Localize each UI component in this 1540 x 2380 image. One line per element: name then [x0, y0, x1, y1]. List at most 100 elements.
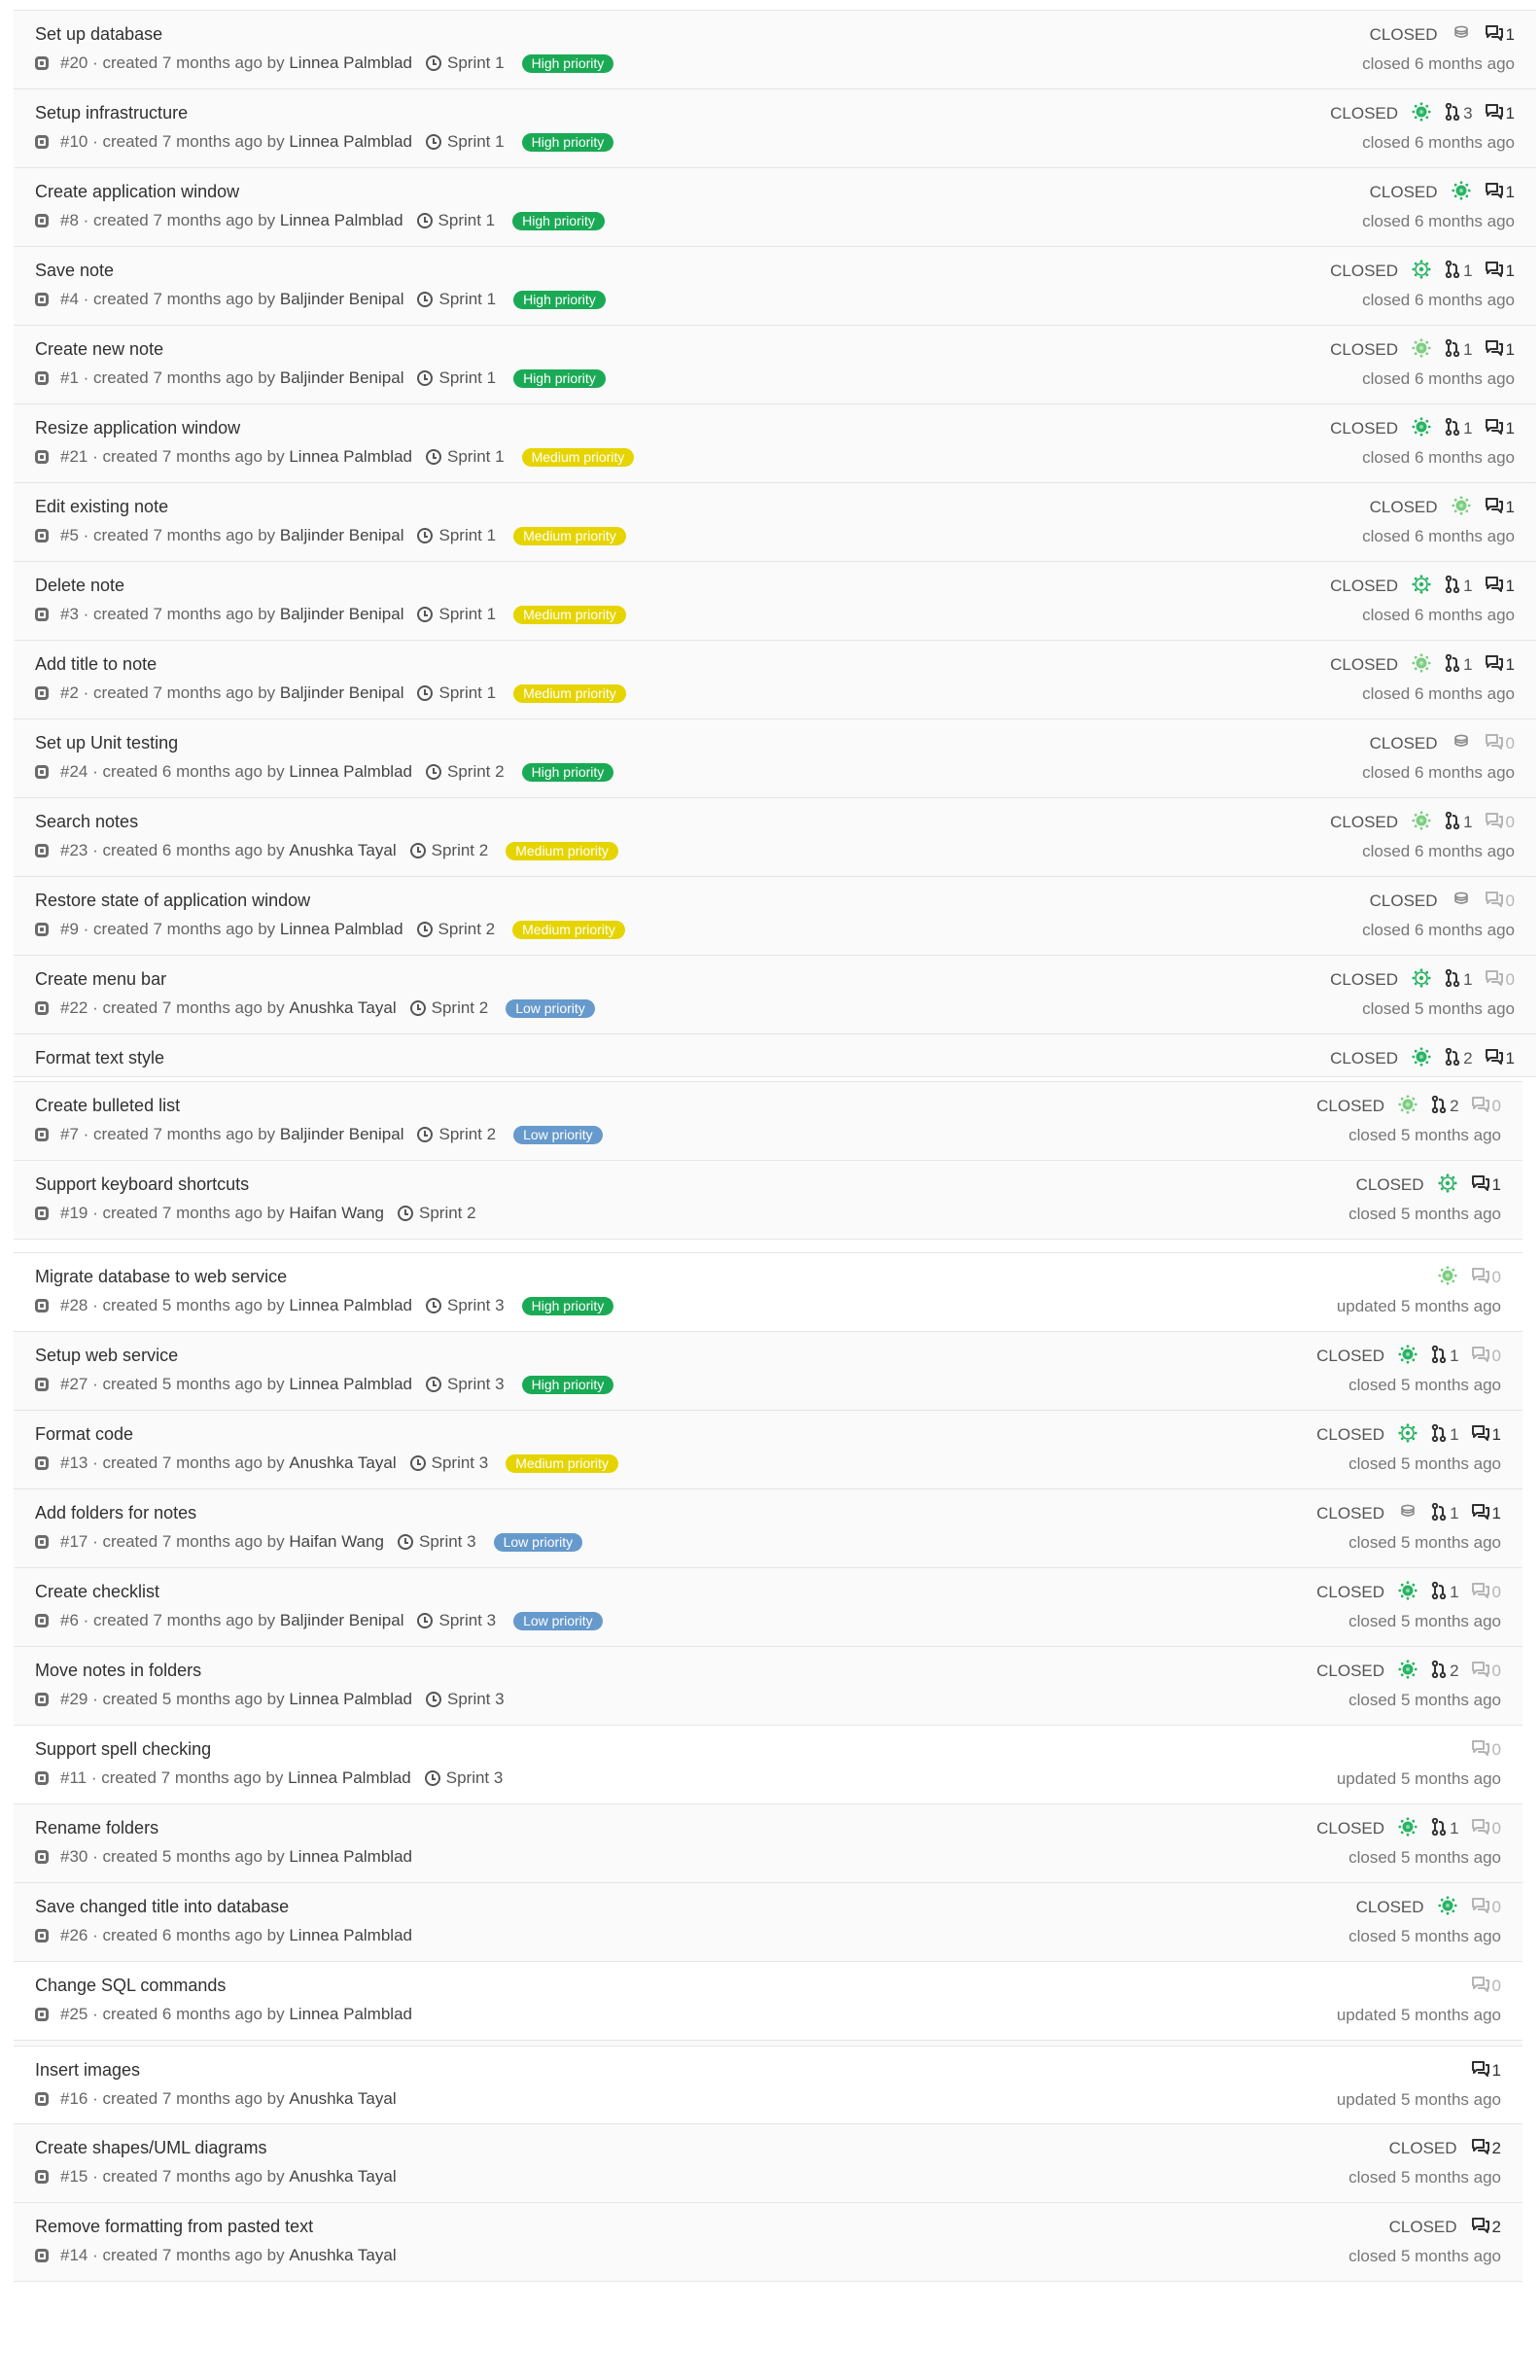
priority-label[interactable]: High priority: [521, 53, 614, 73]
merge-requests-count[interactable]: 1: [1445, 575, 1473, 598]
assignee-avatar-icon[interactable]: [1437, 1172, 1471, 1198]
merge-requests-count[interactable]: 1: [1445, 968, 1473, 992]
priority-label[interactable]: High priority: [521, 1375, 614, 1394]
assignee-avatar-icon[interactable]: [1412, 101, 1445, 126]
issue-row[interactable]: Insert images #16 · created 7 months ago …: [14, 2046, 1522, 2125]
issue-row[interactable]: Search notes #23 · created 6 months ago b…: [14, 798, 1536, 877]
issue-row[interactable]: Rename folders #30 · created 5 months ago…: [14, 1804, 1522, 1883]
issue-title-link[interactable]: Change SQL commands: [35, 1976, 412, 1996]
assignee-avatar-icon[interactable]: [1437, 1265, 1471, 1290]
comments-count[interactable]: 2: [1471, 2138, 1501, 2160]
merge-requests-count[interactable]: 1: [1445, 653, 1473, 677]
merge-requests-count[interactable]: 1: [1431, 1817, 1459, 1840]
milestone-link[interactable]: Sprint 3: [417, 1611, 496, 1630]
issue-row[interactable]: Format code #13 · created 7 months ago by…: [14, 1411, 1522, 1489]
author-link[interactable]: Anushka Tayal: [289, 998, 396, 1018]
priority-label[interactable]: Medium priority: [521, 447, 635, 467]
author-link[interactable]: Linnea Palmblad: [280, 211, 403, 230]
assignee-avatar-icon[interactable]: [1412, 416, 1445, 441]
issue-row[interactable]: Delete note #3 · created 7 months ago by …: [14, 562, 1536, 641]
author-link[interactable]: Anushka Tayal: [289, 2089, 396, 2109]
author-link[interactable]: Linnea Palmblad: [289, 132, 412, 152]
milestone-link[interactable]: Sprint 1: [417, 368, 496, 388]
author-link[interactable]: Linnea Palmblad: [289, 2005, 412, 2024]
author-link[interactable]: Haifan Wang: [289, 1204, 384, 1223]
milestone-link[interactable]: Sprint 3: [426, 1375, 505, 1394]
author-link[interactable]: Haifan Wang: [289, 1532, 384, 1552]
milestone-link[interactable]: Sprint 3: [409, 1453, 488, 1473]
milestone-link[interactable]: Sprint 1: [426, 447, 505, 467]
milestone-link[interactable]: Sprint 1: [426, 53, 505, 73]
merge-requests-count[interactable]: 1: [1431, 1502, 1459, 1525]
issue-row[interactable]: Create application window #8 · created 7 …: [14, 168, 1536, 247]
milestone-link[interactable]: Sprint 1: [416, 211, 495, 230]
comments-count[interactable]: 0: [1471, 1267, 1501, 1289]
issue-title-link[interactable]: Set up Unit testing: [35, 733, 613, 753]
issue-title-link[interactable]: Create application window: [35, 182, 605, 202]
author-link[interactable]: Baljinder Benipal: [280, 1611, 404, 1630]
assignee-avatar-icon[interactable]: [1398, 1816, 1431, 1841]
issue-title-link[interactable]: Support spell checking: [35, 1739, 503, 1760]
issue-row[interactable]: Migrate database to web service #28 · cre…: [14, 1252, 1522, 1332]
issue-title-link[interactable]: Remove formatting from pasted text: [35, 2217, 397, 2237]
assignee-avatar-icon[interactable]: [1412, 337, 1445, 363]
comments-count[interactable]: 1: [1485, 1048, 1515, 1070]
author-link[interactable]: Linnea Palmblad: [289, 53, 412, 73]
issue-title-link[interactable]: Edit existing note: [35, 497, 626, 517]
comments-count[interactable]: 1: [1485, 24, 1515, 47]
issue-row[interactable]: Add title to note #2 · created 7 months a…: [14, 641, 1536, 719]
issue-title-link[interactable]: Restore state of application window: [35, 891, 625, 911]
author-link[interactable]: Anushka Tayal: [289, 2167, 396, 2187]
comments-count[interactable]: 0: [1471, 1818, 1501, 1840]
issue-title-link[interactable]: Create new note: [35, 339, 606, 360]
merge-requests-count[interactable]: 1: [1431, 1581, 1459, 1604]
priority-label[interactable]: Medium priority: [512, 920, 625, 939]
issue-row[interactable]: Setup infrastructure #10 · created 7 mont…: [14, 89, 1536, 168]
assignee-avatar-icon[interactable]: [1412, 967, 1445, 993]
comments-count[interactable]: 1: [1471, 1503, 1501, 1525]
author-link[interactable]: Baljinder Benipal: [280, 605, 404, 624]
issue-title-link[interactable]: Add folders for notes: [35, 1503, 582, 1523]
comments-count[interactable]: 1: [1485, 103, 1515, 125]
milestone-link[interactable]: Sprint 2: [426, 762, 505, 782]
author-link[interactable]: Baljinder Benipal: [280, 290, 404, 309]
issue-row[interactable]: Add folders for notes #17 · created 7 mon…: [14, 1489, 1522, 1568]
comments-count[interactable]: 0: [1471, 1739, 1501, 1762]
author-link[interactable]: Linnea Palmblad: [280, 920, 403, 939]
assignee-avatar-icon[interactable]: [1451, 495, 1485, 520]
assignee-avatar-icon[interactable]: [1412, 259, 1445, 284]
assignee-avatar-icon[interactable]: [1398, 1094, 1431, 1119]
merge-requests-count[interactable]: 1: [1445, 338, 1473, 362]
milestone-link[interactable]: Sprint 2: [398, 1204, 476, 1223]
issue-row[interactable]: Restore state of application window #9 · …: [14, 877, 1536, 956]
comments-count[interactable]: 1: [1485, 497, 1515, 519]
merge-requests-count[interactable]: 1: [1431, 1345, 1459, 1368]
issue-row[interactable]: Change SQL commands #25 · created 6 month…: [14, 1962, 1522, 2041]
issue-row[interactable]: Move notes in folders #29 · created 5 mon…: [14, 1647, 1522, 1726]
issue-title-link[interactable]: Create checklist: [35, 1582, 603, 1602]
comments-count[interactable]: 2: [1471, 2217, 1501, 2239]
priority-label[interactable]: Low priority: [493, 1532, 583, 1552]
author-link[interactable]: Linnea Palmblad: [289, 447, 412, 467]
assignee-avatar-icon[interactable]: [1398, 1422, 1431, 1448]
comments-count[interactable]: 0: [1485, 812, 1515, 834]
issue-title-link[interactable]: Format text style: [35, 1048, 164, 1068]
milestone-link[interactable]: Sprint 1: [417, 605, 496, 624]
issue-title-link[interactable]: Set up database: [35, 24, 613, 45]
assignee-avatar-icon[interactable]: [1437, 1895, 1471, 1920]
author-link[interactable]: Anushka Tayal: [289, 1453, 396, 1473]
priority-label[interactable]: Medium priority: [506, 841, 618, 860]
issue-title-link[interactable]: Save changed title into database: [35, 1897, 412, 1917]
comments-count[interactable]: 0: [1485, 891, 1515, 913]
comments-count[interactable]: 1: [1471, 1424, 1501, 1447]
issue-title-link[interactable]: Delete note: [35, 576, 626, 596]
issue-title-link[interactable]: Move notes in folders: [35, 1661, 505, 1681]
comments-count[interactable]: 0: [1471, 1976, 1501, 1998]
author-link[interactable]: Linnea Palmblad: [289, 1847, 412, 1867]
milestone-link[interactable]: Sprint 1: [426, 132, 505, 152]
assignee-avatar-icon[interactable]: [1452, 732, 1485, 756]
issue-title-link[interactable]: Resize application window: [35, 418, 634, 438]
issue-row[interactable]: Create checklist #6 · created 7 months ag…: [14, 1568, 1522, 1647]
priority-label[interactable]: High priority: [512, 211, 605, 230]
assignee-avatar-icon[interactable]: [1398, 1580, 1431, 1605]
